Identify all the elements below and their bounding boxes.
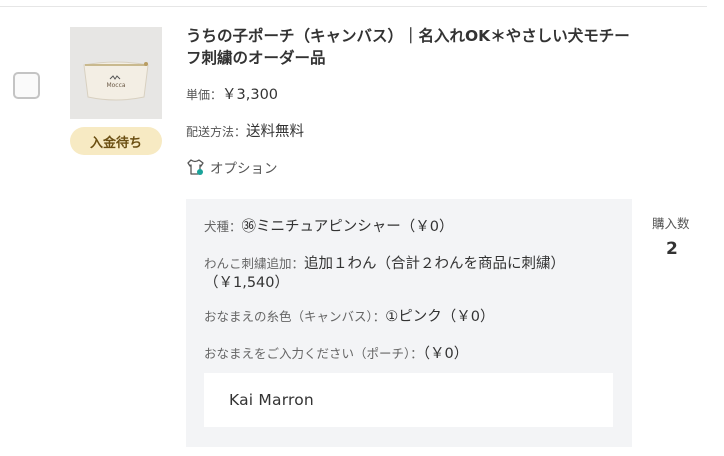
option-label: 犬種： xyxy=(204,219,242,234)
option-label: おなまえをご入力ください（ポーチ）： xyxy=(204,346,423,361)
option-extra-embroidery: わんこ刺繍追加：追加１わん（合計２わんを商品に刺繍）（￥1,540） xyxy=(204,254,614,293)
options-panel: 犬種：㊱ミニチュアピンシャー（￥0） わんこ刺繍追加：追加１わん（合計２わんを商… xyxy=(186,199,632,447)
option-breed: 犬種：㊱ミニチュアピンシャー（￥0） xyxy=(204,217,614,237)
shirt-icon xyxy=(186,158,204,176)
unit-price: 単価：￥3,300 xyxy=(186,83,278,104)
option-toggle-label: オプション xyxy=(210,161,278,177)
divider xyxy=(0,6,707,7)
pouch-image: Mocca xyxy=(70,27,162,119)
option-thread-color: おなまえの糸色（キャンバス）：①ピンク（￥0） xyxy=(204,307,614,327)
status-badge: 入金待ち xyxy=(70,127,162,155)
shipping-method: 配送方法：送料無料 xyxy=(186,120,304,141)
option-value: （￥0） xyxy=(422,346,469,362)
unit-price-value: ￥3,300 xyxy=(222,87,279,103)
select-item-checkbox[interactable] xyxy=(13,72,40,99)
name-text-box: Kai Marron xyxy=(204,373,613,427)
option-label: おなまえの糸色（キャンバス）： xyxy=(204,309,386,324)
quantity-value: 2 xyxy=(666,239,678,259)
quantity-label: 購入数 xyxy=(652,216,690,231)
unit-price-label: 単価： xyxy=(186,88,223,102)
option-value: ㊱ミニチュアピンシャー（￥0） xyxy=(241,219,454,235)
product-title[interactable]: うちの子ポーチ（キャンバス）｜名入れOK＊やさしい犬モチーフ刺繍のオーダー品 xyxy=(186,25,636,69)
option-name-input: おなまえをご入力ください（ポーチ）：（￥0） xyxy=(204,344,614,364)
option-value: ①ピンク（￥0） xyxy=(385,309,495,325)
shipping-label: 配送方法： xyxy=(186,125,247,139)
shipping-value: 送料無料 xyxy=(246,124,305,140)
option-label: わんこ刺繍追加： xyxy=(204,256,305,271)
product-thumbnail[interactable]: Mocca xyxy=(70,27,162,119)
option-toggle[interactable]: オプション xyxy=(186,157,278,177)
pouch-name-embroidery: Mocca xyxy=(106,82,125,89)
